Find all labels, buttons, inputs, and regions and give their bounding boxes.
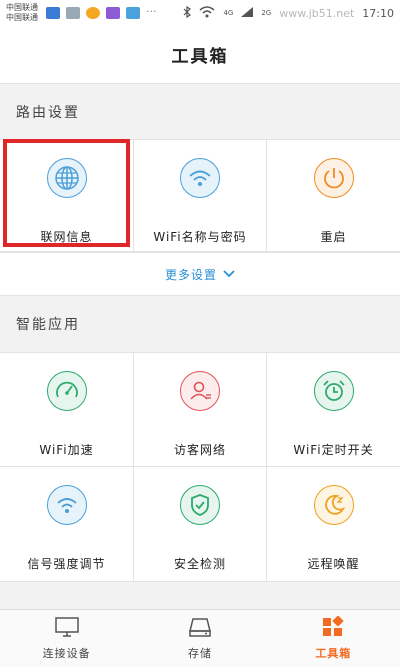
divider (133, 353, 134, 581)
restart-label: 重启 (320, 230, 347, 244)
security-check-label: 安全检测 (173, 557, 226, 571)
tab-connected-devices-label: 连接设备 (42, 647, 91, 660)
signal-strength-icon (46, 485, 87, 525)
network-info-button[interactable]: 联网信息 (0, 140, 133, 251)
carrier-info: 中国联通 中国联通 (6, 3, 38, 23)
tab-storage-label: 存储 (187, 647, 212, 660)
storage-icon (187, 616, 213, 641)
router-section-title: 路由设置 (0, 85, 400, 139)
wifi-timer-button[interactable]: WiFi定时开关 (267, 353, 400, 466)
guest-network-button[interactable]: 访客网络 (134, 353, 266, 466)
divider (266, 140, 267, 251)
weibo-icon (86, 7, 100, 19)
divider (0, 466, 400, 467)
smart-apps-grid: WiFi加速 访客网络 WiFi定时开关 信号强度调节 安全检测 远程唤醒 (0, 352, 400, 582)
wifi-name-password-button[interactable]: WiFi名称与密码 (134, 140, 266, 251)
bluetooth-icon (183, 5, 192, 21)
notification-icons: ··· (46, 5, 157, 19)
watermark: www.jb51.net (279, 6, 355, 20)
shield-icon (180, 485, 220, 525)
remote-wake-button[interactable]: 远程唤醒 (267, 467, 400, 581)
smart-apps-section-title: 智能应用 (0, 297, 400, 351)
carrier-1: 中国联通 (6, 3, 38, 12)
signal-strength-label: 信号强度调节 (27, 557, 106, 571)
more-notifications-icon: ··· (146, 5, 157, 18)
wifi-status-icon (199, 5, 215, 21)
globe-icon (46, 158, 87, 198)
security-check-button[interactable]: 安全检测 (134, 467, 266, 581)
network-type: 4G (223, 9, 234, 17)
wifi-boost-button[interactable]: WiFi加速 (0, 353, 133, 466)
wifi-timer-label: WiFi定时开关 (293, 443, 374, 457)
wifi-name-password-label: WiFi名称与密码 (153, 230, 247, 244)
game-icon (106, 7, 120, 19)
power-icon (313, 158, 354, 198)
tab-toolbox[interactable]: 工具箱 (267, 610, 400, 667)
network-type-2: 2G (261, 9, 272, 17)
divider (133, 140, 134, 251)
monitor-icon (54, 616, 80, 641)
status-time: 17:10 (362, 6, 394, 20)
moon-icon (313, 485, 354, 525)
wifi-boost-label: WiFi加速 (39, 443, 94, 457)
bottom-tab-bar: 连接设备 存储 工具箱 (0, 609, 400, 667)
remote-wake-label: 远程唤醒 (307, 557, 360, 571)
network-info-label: 联网信息 (40, 230, 93, 244)
chevron-down-icon (223, 267, 235, 281)
notification-app-icon (46, 7, 60, 19)
status-bar: 中国联通 中国联通 ··· 4G 2G www.jb51.net 17:10 (0, 0, 400, 26)
restart-button[interactable]: 重启 (267, 140, 400, 251)
alarm-clock-icon (313, 371, 354, 411)
router-settings-grid: 联网信息 WiFi名称与密码 重启 (0, 139, 400, 252)
image-notification-icon (66, 7, 80, 19)
tab-toolbox-label: 工具箱 (315, 647, 352, 660)
carrier-2: 中国联通 (6, 13, 38, 22)
page-title: 工具箱 (171, 47, 229, 67)
app-header: 工具箱 (0, 26, 400, 84)
tab-connected-devices[interactable]: 连接设备 (0, 610, 133, 667)
tab-storage[interactable]: 存储 (133, 610, 266, 667)
wifi-icon (180, 158, 220, 198)
guest-icon (180, 371, 220, 411)
signal-strength-button[interactable]: 信号强度调节 (0, 467, 133, 581)
status-right: 4G 2G www.jb51.net 17:10 (183, 5, 394, 21)
more-settings-button[interactable]: 更多设置 (0, 252, 400, 296)
guest-network-label: 访客网络 (173, 443, 226, 457)
chat-icon (126, 7, 140, 19)
divider (266, 353, 267, 581)
signal-icon (241, 6, 254, 20)
toolbox-icon (321, 615, 345, 641)
speedometer-icon (46, 371, 87, 411)
more-settings-label: 更多设置 (164, 267, 217, 282)
